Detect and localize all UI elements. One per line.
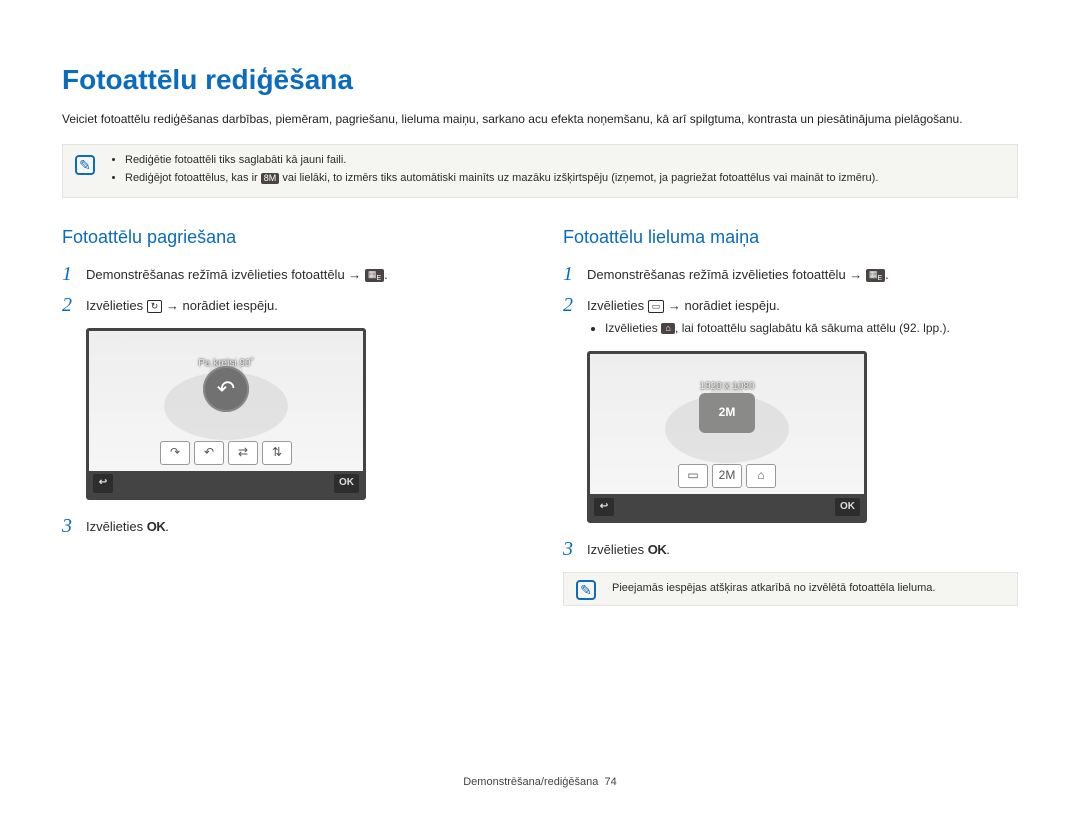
start-image-icon: ⌂ [661,323,675,334]
edit-menu-icon: ▦E [866,269,885,283]
step-row: 1 Demonstrēšanas režīmā izvēlieties foto… [62,264,517,285]
bottom-note-box: ✎ Pieejamās iespējas atšķiras atkarībā n… [563,572,1018,606]
intro-text: Veiciet fotoattēlu rediģēšanas darbības,… [62,111,1018,128]
note-item: Rediģētie fotoattēli tiks saglabāti kā j… [125,153,1007,169]
back-button[interactable]: ↩ [594,498,614,517]
page-title: Fotoattēlu rediģēšana [62,60,1018,101]
column-rotate: Fotoattēlu pagriešana 1 Demonstrēšanas r… [62,224,517,632]
resize-option-button[interactable]: ▭ [678,464,708,488]
step-row: 3 Izvēlieties OK. [563,539,1018,560]
edit-menu-icon: ▦E [365,269,384,283]
step-number: 1 [62,264,86,284]
section-heading-rotate: Fotoattēlu pagriešana [62,224,517,250]
resize-icon: ▭ [648,300,665,313]
section-heading-resize: Fotoattēlu lieluma maiņa [563,224,1018,250]
step-row: 3 Izvēlieties OK. [62,516,517,537]
column-resize: Fotoattēlu lieluma maiņa 1 Demonstrēšana… [563,224,1018,632]
ok-label-icon: OK [648,542,667,557]
step-number: 2 [62,295,86,315]
resize-preview-icon: 2M [699,393,755,433]
step-row: 2 Izvēlieties ▭ → norādiet iespēju. Izvē… [563,295,1018,339]
note-text: Pieejamās iespējas atšķiras atkarībā no … [612,582,935,594]
note-icon: ✎ [75,155,95,175]
ok-button[interactable]: OK [835,498,860,517]
device-preview-resize: 1920 x 1080 2M ▭ 2M ⌂ ↩ OK [587,351,867,523]
step-row: 2 Izvēlieties ↻ → norādiet iespēju. [62,295,517,316]
note-icon: ✎ [576,580,596,600]
rotate-right-button[interactable]: ↷ [160,441,190,465]
back-button[interactable]: ↩ [93,474,113,493]
footer: Demonstrēšana/rediģēšana 74 [0,775,1080,791]
rotate-preview-icon: ↶ [203,366,249,412]
step-row: 1 Demonstrēšanas režīmā izvēlieties foto… [563,264,1018,285]
resize-option-button[interactable]: 2M [712,464,742,488]
flip-vertical-button[interactable]: ⇅ [262,441,292,465]
step-number: 1 [563,264,587,284]
step-number: 3 [62,516,86,536]
ok-label-icon: OK [147,519,166,534]
step-number: 3 [563,539,587,559]
step-number: 2 [563,295,587,315]
rotate-left-button[interactable]: ↶ [194,441,224,465]
rotate-icon: ↻ [147,300,163,313]
ok-button[interactable]: OK [334,474,359,493]
device-preview-rotate: Pa kreisi 90˚ ↶ ↷ ↶ ⇄ ⇅ ↩ OK [86,328,366,500]
top-note-box: ✎ Rediģētie fotoattēli tiks saglabāti kā… [62,144,1018,198]
note-item: Rediģējot fotoattēlus, kas ir 8M vai lie… [125,171,1007,187]
size-8m-icon: 8M [261,173,280,184]
step-sub-item: Izvēlieties ⌂, lai fotoattēlu saglabātu … [605,320,1018,337]
resize-start-image-button[interactable]: ⌂ [746,464,776,488]
flip-horizontal-button[interactable]: ⇄ [228,441,258,465]
